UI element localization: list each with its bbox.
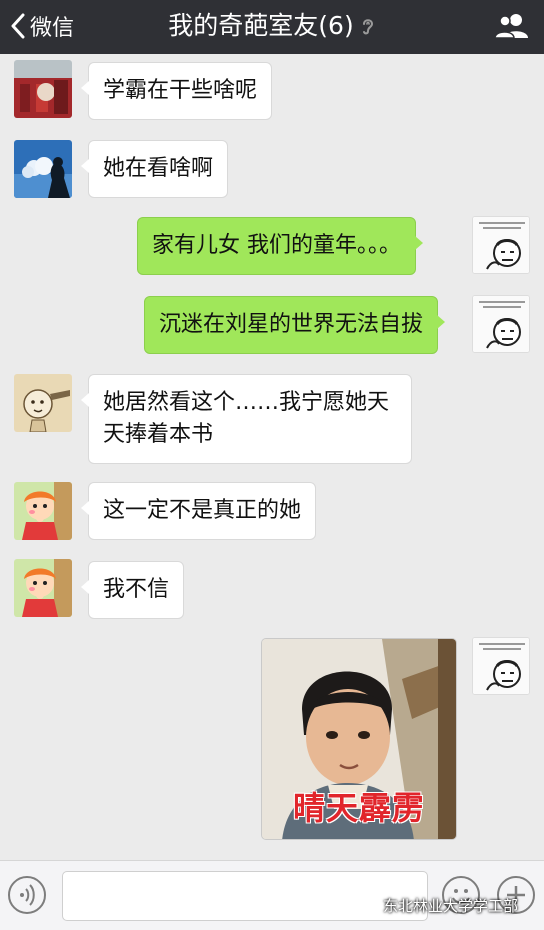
message-bubble-self[interactable]: 沉迷在刘星的世界无法自拔 (144, 296, 446, 354)
message-text: 我不信 (103, 577, 170, 602)
message-bubble[interactable]: 我不信 (80, 561, 185, 619)
ear-icon (362, 19, 373, 35)
avatar-member-3[interactable] (14, 374, 72, 432)
avatar-image (14, 374, 72, 432)
watermark: 东北林业大学学工部 (383, 895, 518, 916)
message-text: 家有儿女 我们的童年。。。 (152, 233, 401, 258)
avatar-member-1[interactable] (14, 60, 72, 118)
avatar-member-4[interactable] (14, 482, 72, 540)
avatar-member-4[interactable] (14, 559, 72, 617)
avatar-image (14, 559, 72, 617)
message-text: 这一定不是真正的她 (103, 498, 302, 523)
avatar-image (14, 482, 72, 540)
voice-button[interactable] (8, 876, 46, 914)
message-text: 沉迷在刘星的世界无法自拔 (159, 312, 424, 337)
message-bubble[interactable]: 学霸在干些啥呢 (80, 62, 273, 120)
avatar-self[interactable] (472, 637, 530, 695)
chat-title: 我的奇葩室友(6) (0, 8, 544, 44)
chat-title-text: 我的奇葩室友(6) (168, 11, 354, 40)
sticker-avatar-image (473, 217, 529, 273)
message-bubble[interactable]: 她在看啥啊 (80, 140, 229, 198)
message-text: 她居然看这个……我宁愿她天天捧着本书 (103, 390, 390, 447)
message-bubble-self[interactable]: 家有儿女 我们的童年。。。 (137, 217, 423, 275)
avatar-image (14, 60, 72, 118)
message-text: 她在看啥啊 (103, 156, 214, 181)
watermark-text: 东北林业大学学工部 (383, 897, 519, 915)
avatar-member-2[interactable] (14, 140, 72, 198)
sticker-avatar-image (473, 638, 529, 694)
message-bubble[interactable]: 她居然看这个……我宁愿她天天捧着本书 (81, 374, 412, 464)
voice-icon (20, 884, 35, 906)
sticker-avatar-image (473, 296, 529, 352)
chat-header: 微信 我的奇葩室友(6) (0, 0, 544, 54)
chat-area[interactable]: 学霸在干些啥呢 她在看啥啊 家有儿女 我们的童年。。。 沉迷在刘星的世界无法自拔… (0, 54, 544, 860)
image-caption: 晴天霹雳 (292, 789, 425, 827)
message-bubble[interactable]: 这一定不是真正的她 (80, 482, 317, 540)
avatar-image (14, 140, 72, 198)
avatar-self[interactable] (472, 216, 530, 274)
message-text: 学霸在干些啥呢 (103, 78, 258, 103)
message-input[interactable] (62, 871, 428, 921)
avatar-self[interactable] (472, 295, 530, 353)
image-message[interactable]: 晴天霹雳 (261, 638, 457, 840)
group-members-icon[interactable] (494, 10, 530, 42)
